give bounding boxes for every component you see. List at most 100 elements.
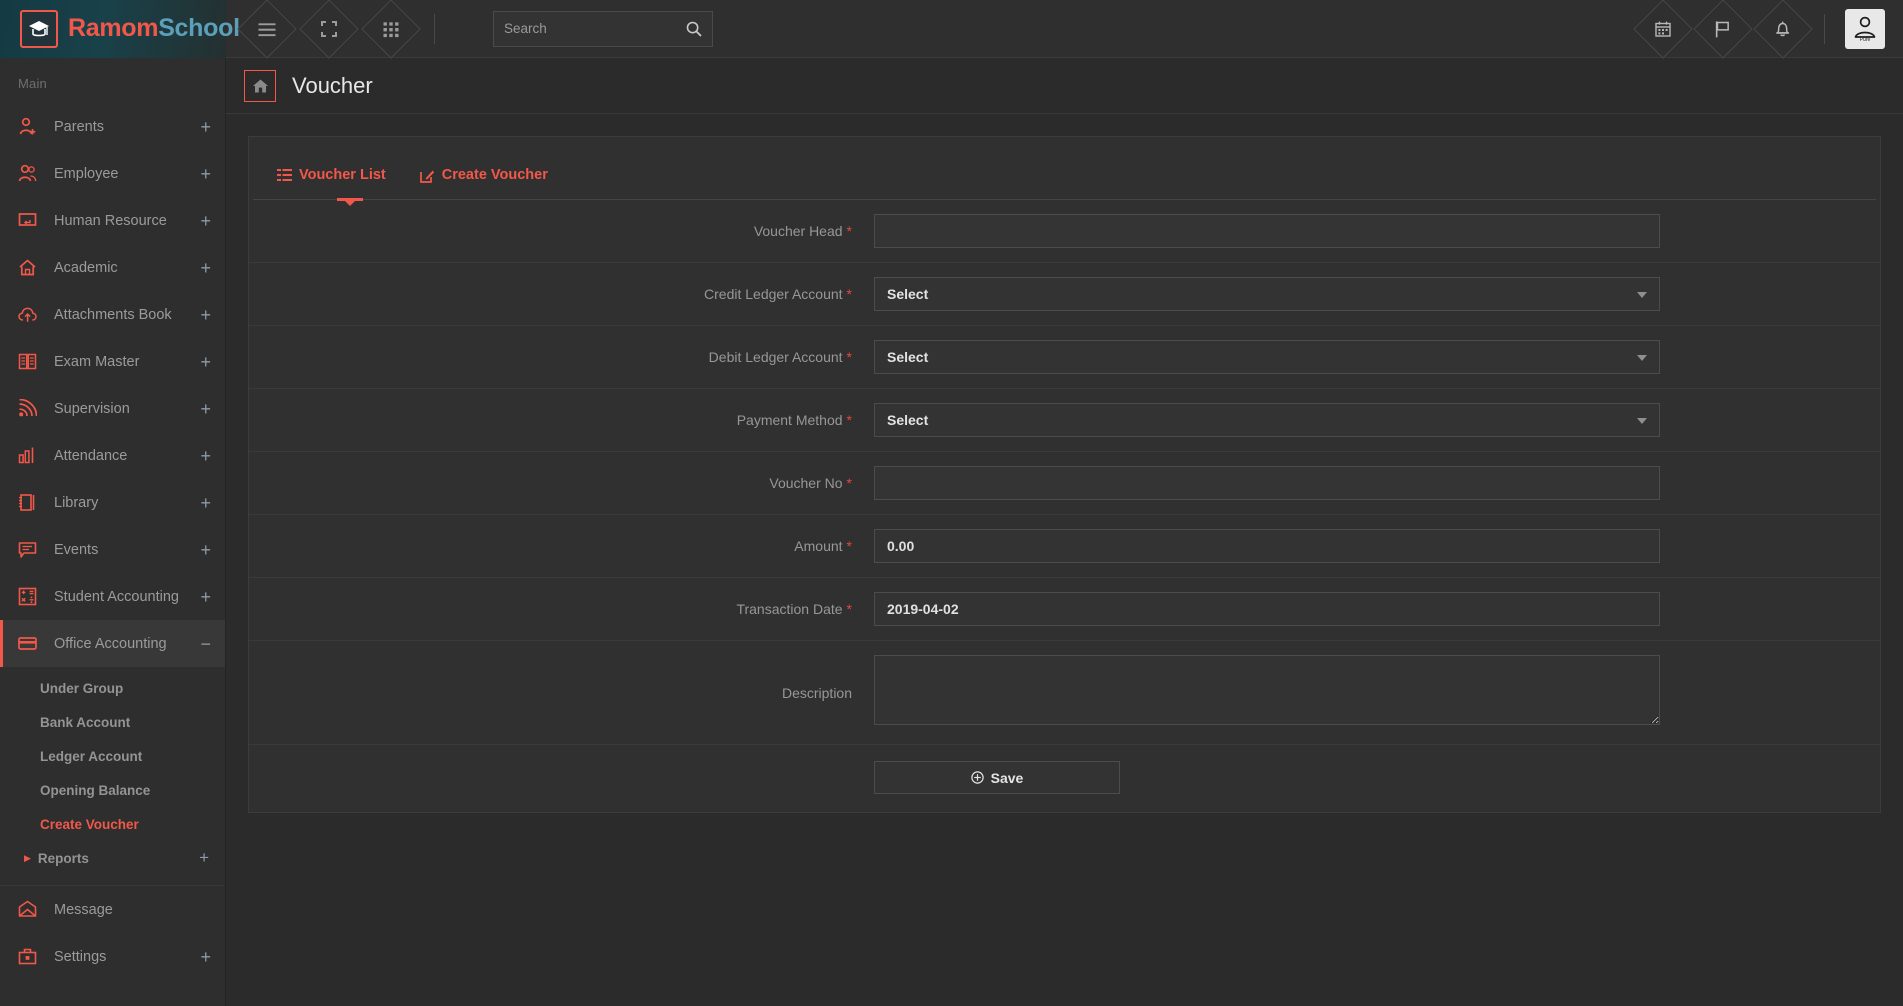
avatar[interactable]: Pure [1845, 8, 1885, 49]
form-row-amount: Amount * [249, 515, 1880, 578]
voucher-no-input[interactable] [874, 466, 1660, 500]
sidebar-item-expander[interactable]: + [200, 541, 211, 559]
tab-create-voucher[interactable]: Create Voucher [419, 167, 564, 199]
transaction-date-label: Transaction Date * [249, 601, 874, 617]
sidebar-item-expander[interactable]: + [200, 259, 211, 277]
sidebar-subitem-under-group[interactable]: Under Group [0, 671, 225, 705]
grid-apps-icon[interactable] [361, 0, 421, 59]
sidebar-subitem-ledger-account[interactable]: Ledger Account [0, 739, 225, 773]
sidebar-item-student-accounting[interactable]: Student Accounting + [0, 573, 225, 620]
sidebar-item-attachments-book[interactable]: Attachments Book + [0, 291, 225, 338]
search-input[interactable] [504, 21, 686, 36]
bell-notification-icon[interactable] [1753, 0, 1813, 59]
sidebar-subitem-reports[interactable]: ▶ Reports + [0, 841, 225, 875]
sidebar-subitem-opening-balance[interactable]: Opening Balance [0, 773, 225, 807]
sidebar-item-supervision[interactable]: Supervision + [0, 385, 225, 432]
sidebar-item-expander[interactable]: + [200, 118, 211, 136]
sidebar-item-library[interactable]: Library + [0, 479, 225, 526]
sidebar-subitem-create-voucher[interactable]: Create Voucher [0, 807, 225, 841]
search-icon[interactable] [686, 21, 702, 37]
sidebar-item-office-accounting[interactable]: Office Accounting − [0, 620, 225, 667]
amount-input[interactable] [874, 529, 1660, 563]
description-control-wrap [874, 655, 1660, 730]
chevron-down-icon [1637, 292, 1647, 298]
voucher-no-control-wrap [874, 466, 1660, 500]
save-button-label: Save [990, 769, 1024, 786]
flag-icon[interactable] [1693, 0, 1753, 59]
chat-bubble-icon [18, 540, 40, 560]
sidebar-item-label: Supervision [54, 400, 130, 417]
voucher-head-input[interactable] [874, 214, 1660, 248]
tab-voucher-list[interactable]: Voucher List [277, 167, 402, 199]
sidebar-item-label: Attachments Book [54, 306, 172, 323]
required-marker: * [846, 412, 852, 428]
calendar-icon[interactable] [1633, 0, 1693, 59]
debit-ledger-account-select[interactable]: Select [874, 340, 1660, 374]
sidebar-item-label: Settings [54, 948, 107, 965]
sidebar-item-attendance[interactable]: Attendance + [0, 432, 225, 479]
sidebar-item-expander[interactable]: + [200, 447, 211, 465]
home-icon[interactable] [244, 69, 276, 102]
sidebar-item-expander[interactable]: − [200, 635, 211, 653]
sidebar-item-expander[interactable]: + [200, 353, 211, 371]
sidebar-item-settings[interactable]: Settings + [0, 933, 225, 980]
sidebar-item-label: Message [54, 901, 113, 918]
transaction-date-label-text: Transaction Date [736, 601, 843, 617]
voucher-no-label-text: Voucher No [769, 475, 843, 491]
voucher-head-label-text: Voucher Head [753, 223, 843, 239]
sidebar-item-message[interactable]: Message [0, 886, 225, 933]
rss-signal-icon [18, 399, 40, 419]
description-label-text: Description [781, 684, 852, 701]
hamburger-menu-icon[interactable] [237, 0, 297, 59]
sidebar-item-expander[interactable]: + [200, 494, 211, 512]
sidebar-item-label: Attendance [54, 447, 128, 464]
sidebar-item-expander[interactable]: + [200, 212, 211, 230]
toolbox-icon [18, 947, 40, 967]
content-area: Voucher List Create Voucher Voucher Head… [226, 114, 1903, 1006]
active-tab-indicator [337, 198, 363, 206]
brand-name: RamomSchool [68, 14, 240, 43]
sidebar-item-expander[interactable]: + [200, 306, 211, 324]
sidebar-item-human-resource[interactable]: Human Resource + [0, 197, 225, 244]
user-add-icon [18, 117, 40, 137]
plus-circle-icon [970, 771, 984, 784]
debit-ledger-account-control-wrap: Select [874, 340, 1660, 374]
amount-label-text: Amount [794, 538, 843, 554]
payment-method-select[interactable]: Select [874, 403, 1660, 437]
form-row-voucher-no: Voucher No * [249, 452, 1880, 515]
required-marker: * [846, 223, 852, 239]
fullscreen-icon[interactable] [299, 0, 359, 59]
sidebar-item-expander[interactable]: + [200, 948, 211, 966]
form-row-voucher-head: Voucher Head * [249, 200, 1880, 263]
description-textarea[interactable] [874, 655, 1660, 725]
credit-ledger-account-select[interactable]: Select [874, 277, 1660, 311]
brand-logo-area[interactable]: RamomSchool [0, 0, 240, 58]
sidebar-subitem-label: Opening Balance [40, 782, 151, 798]
sidebar-item-label: Events [54, 541, 99, 558]
sidebar-subitem-label: Under Group [40, 680, 124, 696]
sidebar-subitem-expander[interactable]: + [199, 848, 209, 868]
chevron-down-icon [1637, 355, 1647, 361]
voucher-head-label: Voucher Head * [249, 223, 874, 239]
toolbar-divider [434, 13, 435, 44]
save-button[interactable]: Save [874, 761, 1120, 794]
sidebar-bottom-list: Message Settings + [0, 886, 225, 980]
app-shell: Main Parents + Employee + Human Resource + Aca… [0, 58, 1903, 1006]
sidebar-item-exam-master[interactable]: Exam Master + [0, 338, 225, 385]
sidebar-item-employee[interactable]: Employee + [0, 150, 225, 197]
sidebar-item-parents[interactable]: Parents + [0, 103, 225, 150]
description-label: Description [249, 685, 874, 701]
sidebar-item-expander[interactable]: + [200, 400, 211, 418]
sidebar-subitem-bank-account[interactable]: Bank Account [0, 705, 225, 739]
transaction-date-input[interactable] [874, 592, 1660, 626]
sidebar-item-label: Student Accounting [54, 588, 179, 605]
sidebar-item-expander[interactable]: + [200, 588, 211, 606]
sidebar-item-expander[interactable]: + [200, 165, 211, 183]
sidebar-item-academic[interactable]: Academic + [0, 244, 225, 291]
avatar-divider [1824, 13, 1825, 44]
amount-label: Amount * [249, 538, 874, 554]
chevron-right-icon: ▶ [24, 852, 31, 863]
search-box[interactable] [493, 10, 713, 47]
envelope-icon [18, 900, 40, 920]
sidebar-item-events[interactable]: Events + [0, 526, 225, 573]
